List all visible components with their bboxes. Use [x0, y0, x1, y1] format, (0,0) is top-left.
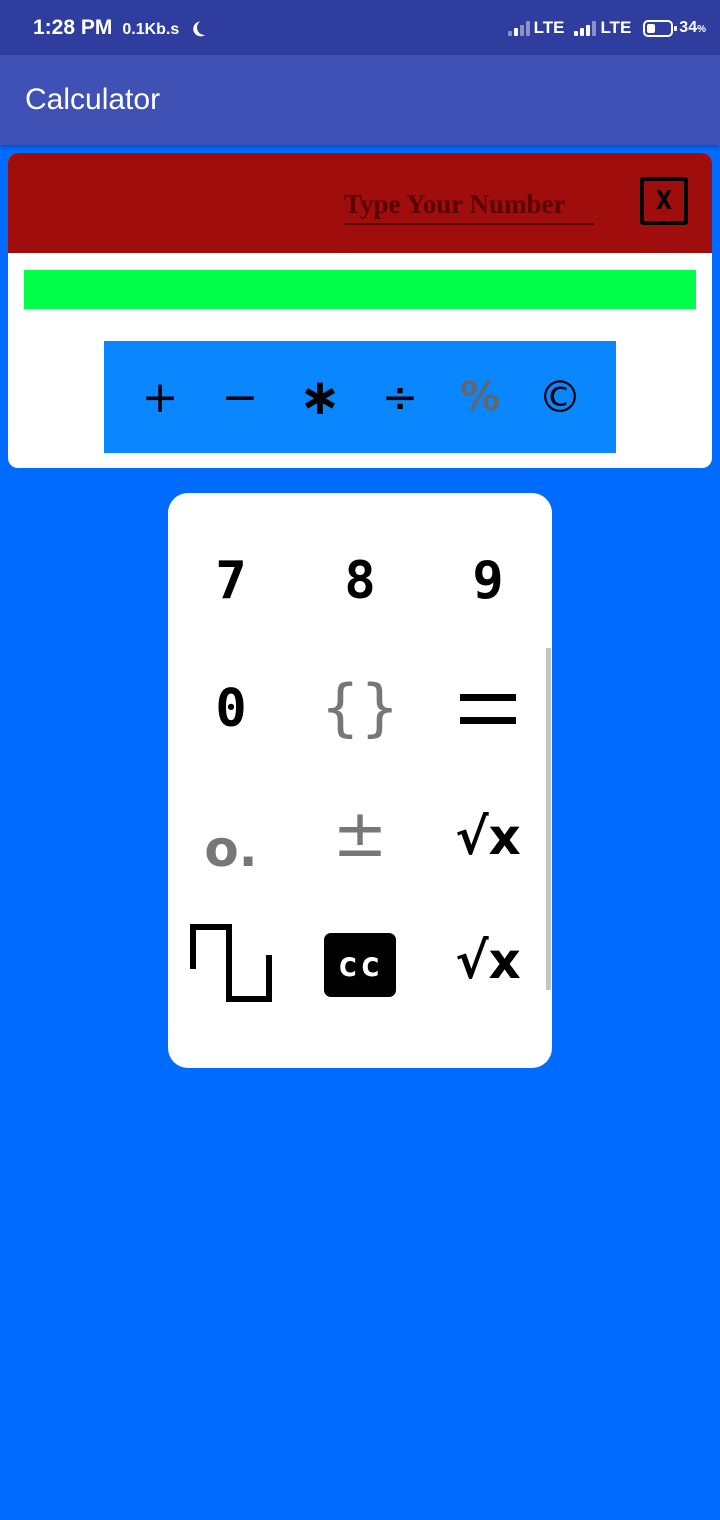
status-right: LTE LTE 34% — [507, 18, 706, 38]
percent-button[interactable]: % — [456, 373, 504, 421]
signal-strength-icon — [574, 20, 597, 36]
plus-minus-button[interactable]: ± — [310, 783, 410, 883]
key-8[interactable]: 8 — [310, 531, 410, 631]
divide-button[interactable]: ÷ — [376, 372, 424, 423]
key-0[interactable]: 0 — [181, 659, 281, 759]
result-display — [24, 270, 696, 309]
close-box-icon: X — [655, 186, 673, 216]
clear-button[interactable]: X — [640, 177, 688, 225]
app-title: Calculator — [25, 83, 161, 116]
sqrt-button[interactable]: √x — [438, 787, 538, 887]
decimal-button[interactable]: o. — [181, 799, 281, 899]
battery-level: 34% — [679, 19, 706, 36]
input-card: X + − ∗ ÷ % © — [8, 153, 712, 468]
network-type-1: LTE — [533, 18, 565, 37]
multiply-button[interactable]: ∗ — [296, 368, 344, 426]
copyright-button[interactable]: © — [536, 372, 584, 423]
battery-icon — [643, 19, 678, 37]
operator-bar: + − ∗ ÷ % © — [104, 341, 616, 453]
braces-button[interactable]: {} — [310, 657, 410, 757]
input-header: X — [8, 153, 712, 253]
key-9[interactable]: 9 — [438, 531, 538, 631]
network-type-2: LTE — [600, 18, 632, 37]
keypad: 7 8 9 0 {} o. ± √x cc √x — [168, 493, 552, 1068]
status-time: 1:28 PM — [33, 16, 113, 39]
plus-button[interactable]: + — [136, 372, 184, 423]
status-bar: 1:28 PM 0.1Kb.s LTE LTE 34% — [0, 0, 720, 55]
app-bar: Calculator — [0, 55, 720, 145]
equals-button[interactable] — [438, 659, 538, 759]
sqrt-button-2[interactable]: √x — [438, 911, 538, 1011]
status-left: 1:28 PM 0.1Kb.s — [33, 16, 206, 40]
closed-captions-icon: cc — [324, 933, 396, 997]
do-not-disturb-moon-icon — [195, 18, 214, 37]
number-input[interactable] — [344, 185, 594, 225]
closed-captions-button[interactable]: cc — [310, 915, 410, 1015]
minus-button[interactable]: − — [216, 372, 264, 423]
equals-icon — [460, 694, 516, 724]
network-speed: 0.1Kb.s — [122, 21, 180, 38]
signal-strength-icon — [507, 20, 530, 36]
keypad-scrollbar[interactable] — [546, 648, 551, 990]
square-wave-icon — [190, 924, 272, 1002]
key-7[interactable]: 7 — [181, 531, 281, 631]
square-wave-button[interactable] — [181, 913, 281, 1013]
